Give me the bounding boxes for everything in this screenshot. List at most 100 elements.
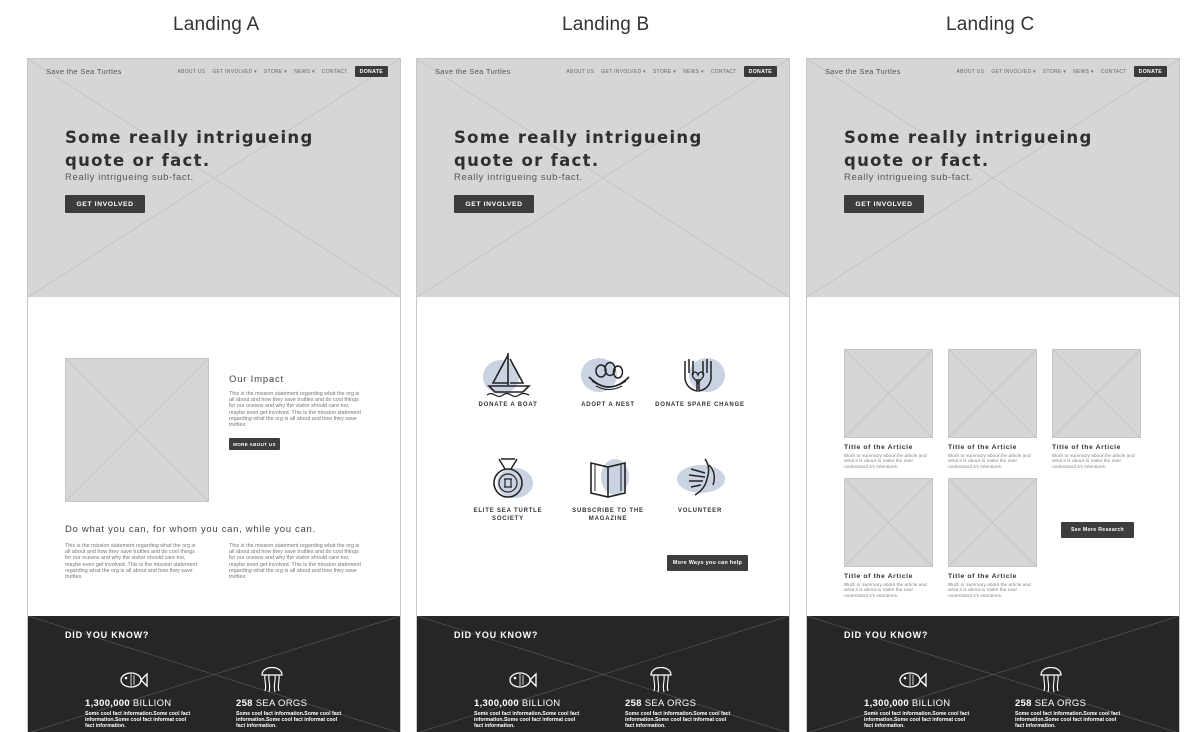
top-nav: Save the Sea Turtles ABOUT US GET INVOLV… [417,59,789,85]
hero-subtitle: Really intrigueing sub-fact. [65,172,194,183]
way-label: VOLUNTEER [677,508,723,514]
more-ways-button[interactable]: More Ways you can help [667,555,748,571]
brand-logo[interactable]: Save the Sea Turtles [435,67,511,76]
article-image-placeholder[interactable] [948,478,1037,567]
nav-contact[interactable]: CONTACT [322,69,348,75]
brand-logo[interactable]: Save the Sea Turtles [825,67,901,76]
way-elite-society[interactable]: ELITE SEA TURTLE SOCIETY [463,455,553,523]
stat-description: Some cool fact information.Some cool fac… [1015,711,1121,729]
fish-icon [896,665,928,695]
more-about-us-button[interactable]: MORE ABOUT US [229,438,280,450]
did-you-know-heading: DID YOU KNOW? [844,630,929,640]
donate-button[interactable]: DONATE [354,66,388,77]
way-subscribe-magazine[interactable]: SUBSCRIBE TO THE MAGAZINE [563,455,653,523]
way-donate-spare-change[interactable]: DONATE SPARE CHANGE [655,349,745,409]
nav-store[interactable]: STORE ▾ [653,69,676,75]
nest-icon [573,349,643,399]
nav-about[interactable]: ABOUT US [956,69,984,75]
nav-news[interactable]: NEWS ▾ [1073,69,1094,75]
article-image-placeholder[interactable] [1052,349,1141,438]
nav-links: ABOUT US GET INVOLVED ▾ STORE ▾ NEWS ▾ C… [956,66,1167,77]
impact-image-placeholder [65,358,209,502]
stat-sea-orgs: 258 SEA ORGS Some cool fact information.… [1015,698,1135,729]
get-involved-button[interactable]: GET INVOLVED [65,195,145,213]
article-title[interactable]: Title of the Article [948,444,1017,451]
stat-billion: 1,300,000 BILLION Some cool fact informa… [864,698,984,729]
hero-title: Some really intrigueing quote or fact. [844,128,1093,170]
hero-subtitle: Really intrigueing sub-fact. [454,172,583,183]
get-involved-button[interactable]: GET INVOLVED [454,195,534,213]
did-you-know-section: DID YOU KNOW? 1,300,000 BILLION Some coo… [28,616,400,732]
nav-contact[interactable]: CONTACT [1101,69,1127,75]
way-volunteer[interactable]: VOLUNTEER [655,455,745,515]
nav-store[interactable]: STORE ▾ [264,69,287,75]
jellyfish-icon [645,661,677,693]
doing-body-right: This is the mission statement regarding … [229,543,362,581]
brand-logo[interactable]: Save the Sea Turtles [46,67,122,76]
article-title[interactable]: Title of the Article [844,573,913,580]
article-title[interactable]: Title of the Article [1052,444,1121,451]
see-more-research-button[interactable]: See More Research [1061,522,1134,538]
way-label: SUBSCRIBE TO THE MAGAZINE [572,508,644,522]
article-image-placeholder[interactable] [844,349,933,438]
stat-number: 1,300,000 [85,698,130,709]
nav-about[interactable]: ABOUT US [566,69,594,75]
article-blurb: Blurb or summary about the article and w… [844,583,927,599]
book-icon [573,455,643,505]
stat-unit: BILLION [521,698,561,709]
did-you-know-section: DID YOU KNOW? 1,300,000 BILLION Some coo… [807,616,1179,732]
sailboat-icon [473,349,543,399]
landing-c-title: Landing C [946,14,1035,35]
way-label: DONATE SPARE CHANGE [655,402,745,408]
fish-icon [117,665,149,695]
nav-contact[interactable]: CONTACT [711,69,737,75]
nav-news[interactable]: NEWS ▾ [294,69,315,75]
nav-links: ABOUT US GET INVOLVED ▾ STORE ▾ NEWS ▾ C… [566,66,777,77]
donate-button[interactable]: DONATE [743,66,777,77]
stat-billion: 1,300,000 BILLION Some cool fact informa… [85,698,205,729]
way-adopt-nest[interactable]: ADOPT A NEST [563,349,653,409]
did-you-know-heading: DID YOU KNOW? [65,630,150,640]
stat-unit: SEA ORGS [644,698,697,709]
jellyfish-icon [256,661,288,693]
article-title[interactable]: Title of the Article [948,573,1017,580]
stat-unit: BILLION [911,698,951,709]
article-image-placeholder[interactable] [948,349,1037,438]
doing-heading: Do what you can, for whom you can, while… [65,524,316,535]
stat-unit: SEA ORGS [1034,698,1087,709]
article-blurb: Blurb or summary about the article and w… [1052,454,1135,470]
impact-body: This is the mission statement regarding … [229,391,362,429]
doing-body-left: This is the mission statement regarding … [65,543,198,581]
landing-b-title: Landing B [562,14,650,35]
stat-description: Some cool fact information.Some cool fac… [864,711,970,729]
stat-number: 1,300,000 [474,698,519,709]
nav-store[interactable]: STORE ▾ [1043,69,1066,75]
nav-news[interactable]: NEWS ▾ [683,69,704,75]
way-donate-boat[interactable]: DONATE A BOAT [463,349,553,409]
fish-icon [506,665,538,695]
did-you-know-section: DID YOU KNOW? 1,300,000 BILLION Some coo… [417,616,789,732]
nav-get-involved[interactable]: GET INVOLVED ▾ [991,69,1036,75]
hero-subtitle: Really intrigueing sub-fact. [844,172,973,183]
article-title[interactable]: Title of the Article [844,444,913,451]
nav-get-involved[interactable]: GET INVOLVED ▾ [212,69,257,75]
raised-hand-icon [665,455,735,505]
get-involved-button[interactable]: GET INVOLVED [844,195,924,213]
landing-c-frame: Save the Sea Turtles ABOUT US GET INVOLV… [806,58,1180,732]
hero: Save the Sea Turtles ABOUT US GET INVOLV… [417,59,789,297]
top-nav: Save the Sea Turtles ABOUT US GET INVOLV… [807,59,1179,85]
stat-number: 258 [236,698,253,709]
nav-about[interactable]: ABOUT US [177,69,205,75]
stat-description: Some cool fact information.Some cool fac… [474,711,580,729]
article-image-placeholder[interactable] [844,478,933,567]
landing-a-frame: Save the Sea Turtles ABOUT US GET INVOLV… [27,58,401,732]
stat-description: Some cool fact information.Some cool fac… [85,711,191,729]
article-blurb: Blurb or summary about the article and w… [948,583,1031,599]
nav-get-involved[interactable]: GET INVOLVED ▾ [601,69,646,75]
article-blurb: Blurb or summary about the article and w… [948,454,1031,470]
way-label: ELITE SEA TURTLE SOCIETY [473,508,543,522]
article-blurb: Blurb or summary about the article and w… [844,454,927,470]
way-label: ADOPT A NEST [581,402,635,408]
donate-button[interactable]: DONATE [1133,66,1167,77]
stat-number: 258 [1015,698,1032,709]
